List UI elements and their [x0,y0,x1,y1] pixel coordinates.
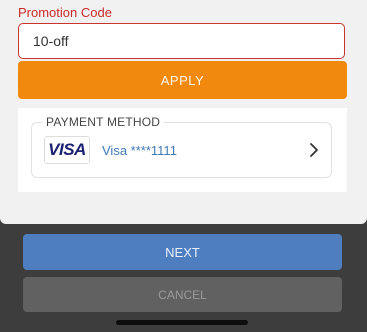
promotion-code-input[interactable] [18,23,345,59]
next-button[interactable]: NEXT [23,234,342,270]
chevron-right-icon [310,143,318,157]
payment-method-label: PAYMENT METHOD [42,115,165,129]
promotion-code-label: Promotion Code [18,5,112,20]
card-number-text: Visa ****1111 [102,143,177,158]
cancel-button[interactable]: CANCEL [23,277,342,312]
payment-method-selector[interactable]: PAYMENT METHOD VISA Visa ****1111 [31,115,332,178]
home-indicator [116,320,248,325]
checkout-sheet: Promotion Code APPLY PAYMENT METHOD VISA… [0,0,367,224]
checkout-screen: Promotion Code APPLY PAYMENT METHOD VISA… [0,0,367,332]
apply-button[interactable]: APPLY [18,61,347,99]
visa-logo: VISA [44,136,90,164]
payment-method-panel: PAYMENT METHOD VISA Visa ****1111 [18,108,347,192]
visa-logo-text: VISA [48,140,86,159]
